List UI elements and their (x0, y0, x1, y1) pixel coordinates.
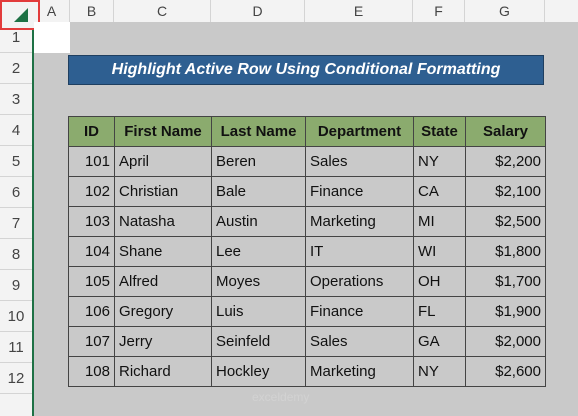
select-all-triangle-icon (14, 8, 28, 22)
cell-salary[interactable]: $1,800 (465, 236, 546, 267)
cell-last-name[interactable]: Beren (211, 146, 306, 177)
table-row[interactable]: 105 Alfred Moyes Operations OH $1,700 (68, 266, 546, 297)
cell-last-name[interactable]: Austin (211, 206, 306, 237)
cell-salary[interactable]: $1,700 (465, 266, 546, 297)
cell-department[interactable]: Marketing (305, 356, 414, 387)
cell-first-name[interactable]: Christian (114, 176, 212, 207)
row-header-6[interactable]: 6 (0, 177, 32, 208)
table-row[interactable]: 107 Jerry Seinfeld Sales GA $2,000 (68, 326, 546, 357)
cell-department[interactable]: Finance (305, 176, 414, 207)
cell-first-name[interactable]: Gregory (114, 296, 212, 327)
row-header-bar: 1 2 3 4 5 6 7 8 9 10 11 12 (0, 22, 34, 416)
row-header-7[interactable]: 7 (0, 208, 32, 239)
cell-state[interactable]: WI (413, 236, 466, 267)
header-id[interactable]: ID (68, 116, 115, 147)
table-row[interactable]: 103 Natasha Austin Marketing MI $2,500 (68, 206, 546, 237)
cell-id[interactable]: 104 (68, 236, 115, 267)
cell-salary[interactable]: $2,000 (465, 326, 546, 357)
cell-a1[interactable] (34, 22, 70, 53)
cell-grid[interactable]: Highlight Active Row Using Conditional F… (34, 22, 578, 416)
cell-id[interactable]: 102 (68, 176, 115, 207)
sheet-title: Highlight Active Row Using Conditional F… (68, 55, 544, 85)
cell-first-name[interactable]: Jerry (114, 326, 212, 357)
row-header-12[interactable]: 12 (0, 363, 32, 394)
header-state[interactable]: State (413, 116, 466, 147)
cell-salary[interactable]: $2,200 (465, 146, 546, 177)
cell-last-name[interactable]: Moyes (211, 266, 306, 297)
cell-last-name[interactable]: Bale (211, 176, 306, 207)
cell-salary[interactable]: $2,100 (465, 176, 546, 207)
cell-salary[interactable]: $2,600 (465, 356, 546, 387)
cell-department[interactable]: Marketing (305, 206, 414, 237)
column-header-c[interactable]: C (114, 0, 211, 22)
header-first-name[interactable]: First Name (114, 116, 212, 147)
table-row[interactable]: 104 Shane Lee IT WI $1,800 (68, 236, 546, 267)
row-header-9[interactable]: 9 (0, 270, 32, 301)
cell-state[interactable]: OH (413, 266, 466, 297)
employee-table: ID First Name Last Name Department State… (68, 116, 546, 387)
header-salary[interactable]: Salary (465, 116, 546, 147)
cell-last-name[interactable]: Seinfeld (211, 326, 306, 357)
column-header-f[interactable]: F (413, 0, 465, 22)
cell-department[interactable]: Operations (305, 266, 414, 297)
row-header-8[interactable]: 8 (0, 239, 32, 270)
cell-department[interactable]: IT (305, 236, 414, 267)
cell-state[interactable]: MI (413, 206, 466, 237)
cell-first-name[interactable]: April (114, 146, 212, 177)
cell-id[interactable]: 108 (68, 356, 115, 387)
row-header-10[interactable]: 10 (0, 301, 32, 332)
cell-first-name[interactable]: Richard (114, 356, 212, 387)
spreadsheet: A B C D E F G 1 2 3 4 5 6 7 8 9 10 11 12… (0, 0, 578, 416)
header-department[interactable]: Department (305, 116, 414, 147)
watermark-logo: exceldemy (252, 390, 310, 404)
cell-first-name[interactable]: Natasha (114, 206, 212, 237)
column-header-e[interactable]: E (305, 0, 413, 22)
cell-id[interactable]: 106 (68, 296, 115, 327)
table-row[interactable]: 101 April Beren Sales NY $2,200 (68, 146, 546, 177)
cell-department[interactable]: Sales (305, 146, 414, 177)
cell-last-name[interactable]: Lee (211, 236, 306, 267)
header-last-name[interactable]: Last Name (211, 116, 306, 147)
cell-id[interactable]: 107 (68, 326, 115, 357)
cell-department[interactable]: Finance (305, 296, 414, 327)
row-header-3[interactable]: 3 (0, 84, 32, 115)
row-header-2[interactable]: 2 (0, 53, 32, 84)
cell-id[interactable]: 101 (68, 146, 115, 177)
cell-state[interactable]: NY (413, 356, 466, 387)
cell-state[interactable]: FL (413, 296, 466, 327)
row-header-5[interactable]: 5 (0, 146, 32, 177)
cell-last-name[interactable]: Luis (211, 296, 306, 327)
column-header-b[interactable]: B (70, 0, 114, 22)
table-row[interactable]: 106 Gregory Luis Finance FL $1,900 (68, 296, 546, 327)
cell-first-name[interactable]: Shane (114, 236, 212, 267)
column-header-g[interactable]: G (465, 0, 545, 22)
column-header-d[interactable]: D (211, 0, 305, 22)
table-header-row: ID First Name Last Name Department State… (68, 116, 546, 147)
cell-last-name[interactable]: Hockley (211, 356, 306, 387)
cell-state[interactable]: NY (413, 146, 466, 177)
column-header-bar: A B C D E F G (0, 0, 578, 23)
cell-salary[interactable]: $2,500 (465, 206, 546, 237)
table-row[interactable]: 108 Richard Hockley Marketing NY $2,600 (68, 356, 546, 387)
cell-salary[interactable]: $1,900 (465, 296, 546, 327)
cell-first-name[interactable]: Alfred (114, 266, 212, 297)
cell-state[interactable]: CA (413, 176, 466, 207)
table-row[interactable]: 102 Christian Bale Finance CA $2,100 (68, 176, 546, 207)
row-header-4[interactable]: 4 (0, 115, 32, 146)
cell-id[interactable]: 103 (68, 206, 115, 237)
cell-department[interactable]: Sales (305, 326, 414, 357)
cell-state[interactable]: GA (413, 326, 466, 357)
row-header-11[interactable]: 11 (0, 332, 32, 363)
cell-id[interactable]: 105 (68, 266, 115, 297)
